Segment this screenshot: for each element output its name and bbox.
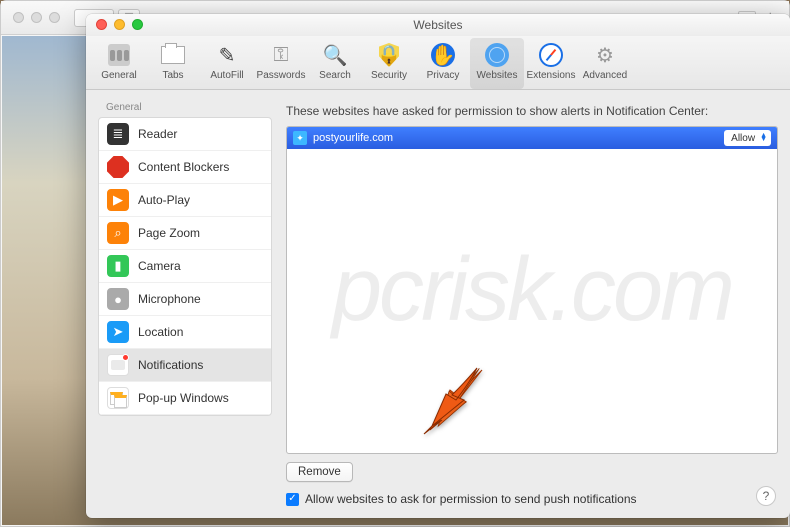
sidebar-item-label: Microphone	[138, 292, 201, 306]
minimize-window-icon[interactable]	[114, 19, 125, 30]
websites-list[interactable]: ✦ postyourlife.com Allow ▲▼ pcrisk.com	[286, 126, 778, 454]
window-titlebar[interactable]: Websites	[86, 14, 790, 36]
sidebar-item-page-zoom[interactable]: ⌕Page Zoom	[99, 217, 271, 250]
instruction-text: These websites have asked for permission…	[286, 104, 778, 118]
website-row[interactable]: ✦ postyourlife.com Allow ▲▼	[287, 127, 777, 149]
sidebar-item-camera[interactable]: ▮Camera	[99, 250, 271, 283]
window-title: Websites	[413, 18, 462, 32]
disabled-dot	[13, 12, 24, 23]
toolbar-websites[interactable]: Websites	[470, 38, 524, 89]
sidebar-item-label: Auto-Play	[138, 193, 190, 207]
sidebar-section-header: General	[98, 100, 272, 117]
sidebar-item-reader[interactable]: ≣Reader	[99, 118, 271, 151]
sidebar-item-label: Pop-up Windows	[138, 391, 229, 405]
disabled-dot	[49, 12, 60, 23]
permission-select[interactable]: Allow ▲▼	[724, 130, 771, 146]
preferences-toolbar: General Tabs ✎AutoFill ⚿Passwords 🔍Searc…	[86, 36, 790, 90]
toolbar-extensions[interactable]: Extensions	[524, 38, 578, 89]
toolbar-privacy[interactable]: ✋Privacy	[416, 38, 470, 89]
watermark: pcrisk.com	[287, 127, 777, 453]
sidebar-item-popup-windows[interactable]: Pop-up Windows	[99, 382, 271, 415]
sidebar-item-auto-play[interactable]: ▶Auto-Play	[99, 184, 271, 217]
toolbar-security[interactable]: 🔒Security	[362, 38, 416, 89]
site-favicon-icon: ✦	[293, 131, 307, 145]
chevron-updown-icon: ▲▼	[760, 134, 767, 142]
sidebar-item-label: Content Blockers	[138, 160, 229, 174]
sidebar-item-content-blockers[interactable]: Content Blockers	[99, 151, 271, 184]
toolbar-autofill[interactable]: ✎AutoFill	[200, 38, 254, 89]
toolbar-general[interactable]: General	[92, 38, 146, 89]
checkbox-label: Allow websites to ask for permission to …	[305, 492, 637, 506]
sidebar-item-label: Location	[138, 325, 183, 339]
sidebar-item-location[interactable]: ➤Location	[99, 316, 271, 349]
close-window-icon[interactable]	[96, 19, 107, 30]
toolbar-tabs[interactable]: Tabs	[146, 38, 200, 89]
remove-button[interactable]: Remove	[286, 462, 353, 482]
preferences-window: Websites General Tabs ✎AutoFill ⚿Passwor…	[86, 14, 790, 518]
sidebar-item-notifications[interactable]: Notifications	[99, 349, 271, 382]
help-button[interactable]: ?	[756, 486, 776, 506]
toolbar-search[interactable]: 🔍Search	[308, 38, 362, 89]
zoom-window-icon[interactable]	[132, 19, 143, 30]
sidebar-item-label: Camera	[138, 259, 181, 273]
permission-value: Allow	[731, 133, 755, 144]
browser-traffic-lights	[13, 12, 60, 23]
sidebar-item-label: Reader	[138, 127, 177, 141]
sidebar-item-label: Page Zoom	[138, 226, 200, 240]
disabled-dot	[31, 12, 42, 23]
websites-sidebar: General ≣Reader Content Blockers ▶Auto-P…	[98, 100, 272, 506]
allow-ask-checkbox[interactable]: ✓	[286, 493, 299, 506]
site-domain: postyourlife.com	[313, 132, 393, 144]
sidebar-item-microphone[interactable]: ●Microphone	[99, 283, 271, 316]
toolbar-passwords[interactable]: ⚿Passwords	[254, 38, 308, 89]
sidebar-item-label: Notifications	[138, 358, 203, 372]
notification-badge-icon	[122, 354, 129, 361]
toolbar-advanced[interactable]: ⚙Advanced	[578, 38, 632, 89]
